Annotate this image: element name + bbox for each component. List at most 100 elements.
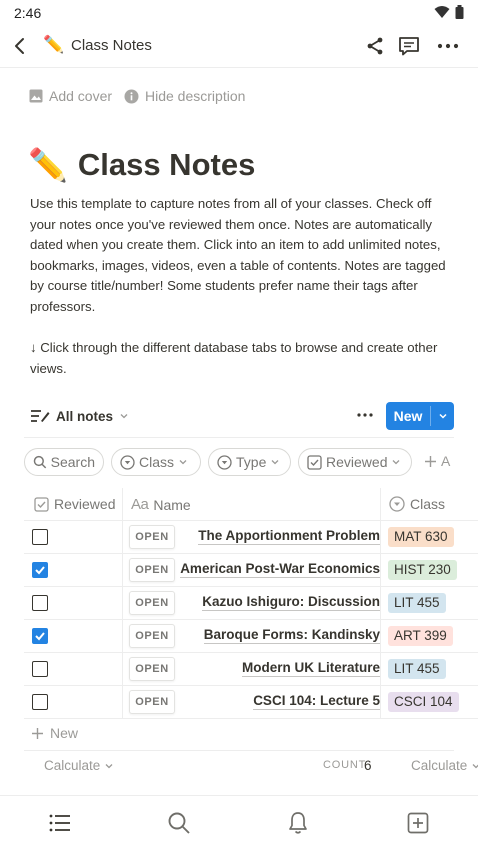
page-emoji[interactable]: ✏️ [28, 146, 68, 184]
open-button[interactable]: OPEN [129, 591, 175, 615]
checkbox-property-icon [34, 496, 49, 512]
select-property-icon [217, 454, 232, 470]
divider [24, 437, 454, 438]
class-tag: MAT 630 [388, 527, 454, 547]
view-selector[interactable]: All notes [30, 404, 129, 428]
new-button-label: New [393, 408, 423, 424]
checkmark-icon [35, 632, 45, 641]
battery-icon [455, 5, 464, 19]
class-column-header[interactable]: Class [389, 496, 445, 512]
table-row[interactable]: Modern UK Literature OPEN LIT 455 [24, 653, 478, 686]
wifi-icon [434, 6, 450, 18]
page-description[interactable]: Use this template to capture notes from … [30, 194, 455, 318]
add-filter-button[interactable]: A [424, 453, 450, 469]
table-row[interactable]: CSCI 104: Lecture 5 OPEN CSCI 104 [24, 686, 478, 719]
search-chip-label: Search [50, 454, 95, 470]
table-row[interactable]: Kazuo Ishiguro: Discussion OPEN LIT 455 [24, 587, 478, 620]
open-button[interactable]: OPEN [129, 690, 175, 714]
class-tag: HIST 230 [388, 560, 457, 580]
row-name: Kazuo Ishiguro: Discussion [202, 594, 380, 611]
reviewed-checkbox[interactable] [32, 661, 48, 677]
status-time: 2:46 [14, 5, 42, 21]
calculate-label: Calculate [411, 758, 468, 773]
database-more-icon[interactable] [352, 405, 378, 425]
table-row[interactable]: American Post-War Economics OPEN HIST 23… [24, 554, 478, 587]
back-arrow-icon[interactable] [8, 34, 32, 58]
type-filter-label: Type [236, 454, 267, 470]
class-tag: LIT 455 [388, 659, 446, 679]
pages-list-icon[interactable] [47, 810, 73, 836]
text-property-icon: Aa [131, 496, 149, 513]
add-filter-label: A [441, 453, 451, 469]
class-tag: CSCI 104 [388, 692, 459, 712]
open-button[interactable]: OPEN [129, 558, 175, 582]
chevron-down-icon [393, 460, 400, 465]
chevron-down-icon [271, 460, 279, 465]
reviewed-checkbox[interactable] [32, 628, 48, 644]
class-filter-label: Class [139, 454, 175, 470]
table-row[interactable]: Baroque Forms: Kandinsky OPEN ART 399 [24, 620, 478, 653]
top-bar: ✏️ Class Notes [0, 24, 478, 68]
add-cover-button[interactable]: Add cover [29, 88, 112, 104]
image-icon [29, 89, 43, 103]
count-value[interactable]: 6 [364, 758, 372, 773]
info-icon [124, 89, 139, 103]
header-title[interactable]: Class Notes [71, 37, 152, 54]
page-tip[interactable]: ↓ Click through the different database t… [30, 338, 455, 379]
reviewed-checkbox[interactable] [32, 529, 48, 545]
class-filter-chip[interactable]: Class [111, 448, 201, 476]
share-icon[interactable] [363, 34, 387, 58]
new-page-icon[interactable] [405, 810, 431, 836]
reviewed-filter-chip[interactable]: Reviewed [298, 448, 412, 476]
calculation-row: Calculate COUNT 6 Calculate [24, 752, 478, 780]
bottom-navigation [0, 795, 478, 851]
add-row-label: New [50, 725, 79, 741]
name-column-header[interactable]: Aa Name [131, 496, 191, 513]
notifications-bell-icon[interactable] [285, 810, 311, 836]
count-label: COUNT [323, 759, 367, 771]
chevron-down-icon [179, 460, 187, 465]
calculate-reviewed[interactable]: Calculate [44, 758, 114, 773]
plus-icon [425, 455, 436, 467]
divider [24, 750, 454, 751]
chevron-down-icon [472, 763, 478, 768]
hide-description-button[interactable]: Hide description [124, 88, 245, 104]
reviewed-column-label: Reviewed [54, 496, 116, 512]
select-property-icon [389, 496, 405, 512]
new-options-dropdown[interactable] [431, 402, 454, 430]
reviewed-checkbox[interactable] [32, 595, 48, 611]
type-filter-chip[interactable]: Type [208, 448, 291, 476]
more-options-icon[interactable] [436, 34, 460, 58]
class-tag: LIT 455 [388, 593, 446, 613]
row-name: The Apportionment Problem [198, 528, 380, 545]
reviewed-checkbox[interactable] [32, 562, 48, 578]
search-icon [33, 455, 47, 469]
calculate-label: Calculate [44, 758, 101, 773]
reviewed-column-header[interactable]: Reviewed [34, 496, 115, 512]
add-cover-label: Add cover [49, 88, 113, 104]
table-header: Reviewed Aa Name Class [24, 488, 478, 521]
list-view-icon [31, 410, 50, 422]
comments-icon[interactable] [397, 34, 421, 58]
calculate-class[interactable]: Calculate [411, 758, 478, 773]
search-icon[interactable] [166, 810, 192, 836]
add-row-button[interactable]: New [31, 725, 78, 741]
new-entry-button[interactable]: New [386, 402, 454, 430]
row-name: Modern UK Literature [241, 660, 380, 677]
status-bar: 2:46 [0, 0, 478, 24]
chevron-down-icon [105, 763, 113, 768]
plus-icon [32, 727, 43, 739]
open-button[interactable]: OPEN [129, 624, 175, 648]
reviewed-checkbox[interactable] [32, 694, 48, 710]
open-button[interactable]: OPEN [129, 657, 175, 681]
class-tag: ART 399 [388, 626, 453, 646]
open-button[interactable]: OPEN [129, 525, 175, 549]
row-name: Baroque Forms: Kandinsky [203, 627, 380, 644]
checkmark-icon [35, 566, 45, 575]
chevron-down-icon [438, 413, 447, 419]
table-row[interactable]: The Apportionment Problem OPEN MAT 630 [24, 521, 478, 554]
hide-description-label: Hide description [145, 88, 246, 104]
search-chip[interactable]: Search [24, 448, 104, 476]
row-name: American Post-War Economics [180, 561, 380, 578]
page-title[interactable]: Class Notes [78, 147, 255, 183]
